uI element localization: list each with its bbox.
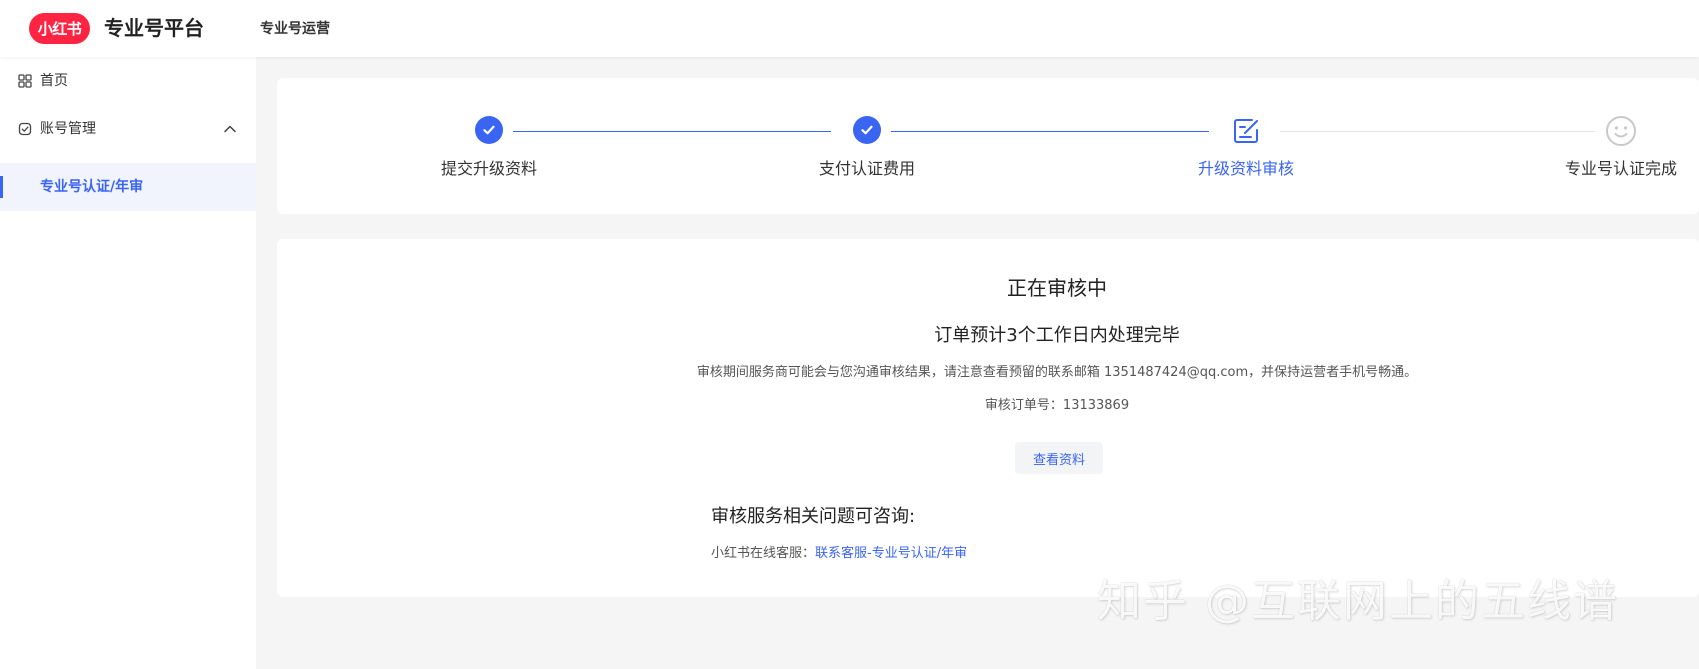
top-nav-item[interactable]: 专业号运营 <box>260 19 330 39</box>
service-label: 小红书在线客服： <box>711 546 816 561</box>
logo[interactable]: 小红书 <box>29 13 90 44</box>
check-icon <box>475 116 503 144</box>
service-row: 小红书在线客服：联系客服-专业号认证/年审 <box>711 544 967 564</box>
chevron-up-icon[interactable] <box>223 122 237 136</box>
step-connector <box>513 131 831 132</box>
sidebar-item-account[interactable]: 账号管理 <box>0 105 256 153</box>
review-description: 审核期间服务商可能会与您沟通审核结果，请注意查看预留的联系邮箱 13514874… <box>696 365 1418 380</box>
step-connector <box>1280 131 1595 132</box>
smile-face-icon <box>1606 116 1636 146</box>
sidebar-item-label: 专业号认证/年审 <box>40 179 144 195</box>
sidebar: 首页 账号管理 专业号认证/年审 <box>0 57 256 669</box>
sidebar-item-certification[interactable]: 专业号认证/年审 <box>0 163 256 211</box>
review-subtitle: 订单预计3个工作日内处理完毕 <box>934 325 1180 346</box>
step-label: 提交升级资料 <box>440 159 538 178</box>
progress-steps: 提交升级资料 支付认证费用 升级资料审核 专业号认证完成 <box>277 78 1699 214</box>
consult-heading: 审核服务相关问题可咨询: <box>711 506 916 527</box>
watermark: 知乎 @互联网上的五线谱 <box>1097 576 1619 627</box>
brand-title: 专业号平台 <box>104 16 204 40</box>
sidebar-item-label: 账号管理 <box>40 121 96 137</box>
review-title: 正在审核中 <box>1007 276 1107 300</box>
view-materials-button[interactable]: 查看资料 <box>1015 442 1103 474</box>
sidebar-item-home[interactable]: 首页 <box>0 57 256 105</box>
check-icon <box>853 116 881 144</box>
edit-document-icon <box>1234 119 1258 143</box>
step-connector <box>891 131 1209 132</box>
account-icon <box>18 122 32 136</box>
step-label: 升级资料审核 <box>1197 159 1295 178</box>
top-bar: 小红书 专业号平台 专业号运营 <box>0 0 1699 57</box>
order-number-row: 审核订单号：13133869 <box>985 396 1129 416</box>
step-label: 专业号认证完成 <box>1564 159 1678 178</box>
order-number: 13133869 <box>1062 398 1130 413</box>
active-indicator <box>0 176 3 198</box>
review-status-card: 正在审核中 订单预计3个工作日内处理完毕 审核期间服务商可能会与您沟通审核结果，… <box>277 239 1699 597</box>
sidebar-item-label: 首页 <box>40 73 68 89</box>
order-label: 审核订单号： <box>984 398 1063 413</box>
contact-service-link[interactable]: 联系客服-专业号认证/年审 <box>815 546 967 561</box>
grid-icon <box>18 74 32 88</box>
step-label: 支付认证费用 <box>818 159 916 178</box>
